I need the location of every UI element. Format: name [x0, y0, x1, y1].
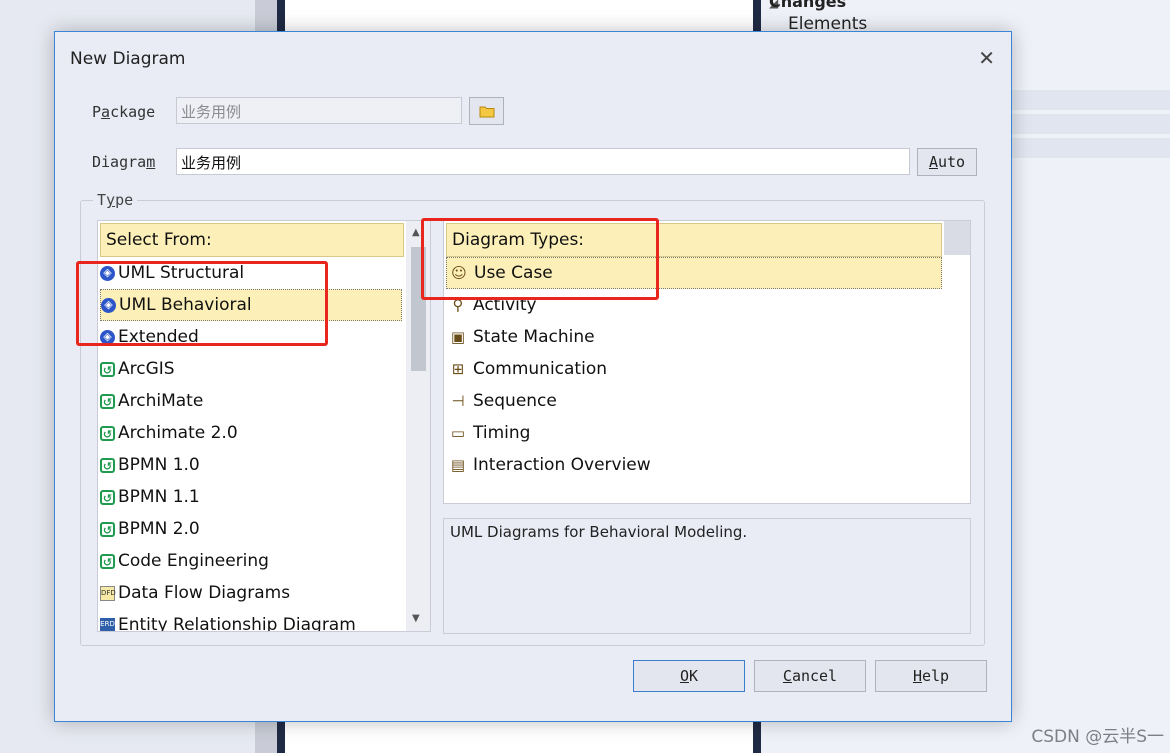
list-item[interactable]: ↺ ArchiMate — [100, 385, 402, 417]
package-label: Package — [92, 103, 156, 121]
help-button[interactable]: Help — [875, 660, 987, 692]
annotation-highlight-use-case — [421, 218, 659, 300]
diagram-name-field[interactable]: 业务用例 — [176, 148, 910, 175]
list-item-label: Communication — [473, 359, 607, 379]
list-item[interactable]: ↺ BPMN 1.1 — [100, 481, 402, 513]
diagram-label: Diagram — [92, 153, 156, 171]
technology-icon: ↺ — [100, 425, 115, 441]
auto-button[interactable]: Auto — [917, 148, 977, 176]
scroll-up-icon[interactable]: ▲ — [412, 227, 420, 238]
close-icon[interactable]: ✕ — [978, 46, 995, 70]
browse-package-button[interactable] — [469, 97, 504, 125]
list-item-label: State Machine — [473, 327, 595, 347]
state-machine-icon: ▣ — [450, 328, 466, 346]
diagram-description: UML Diagrams for Behavioral Modeling. — [443, 518, 971, 634]
sequence-icon: ⊣ — [451, 392, 465, 410]
list-item-label: BPMN 1.0 — [118, 455, 200, 475]
list-item[interactable]: ↺ BPMN 1.0 — [100, 449, 402, 481]
list-item[interactable]: ⊞ Communication — [446, 353, 942, 385]
annotation-highlight-uml-behavioral — [76, 261, 328, 346]
technology-icon: ↺ — [100, 457, 115, 473]
package-field: 业务用例 — [176, 97, 462, 124]
erd-icon: ERD — [100, 617, 115, 631]
list-item-label: Sequence — [473, 391, 557, 411]
list-item[interactable]: ▭ Timing — [446, 417, 942, 449]
interaction-overview-icon: ▤ — [450, 456, 466, 474]
list-item[interactable]: ↺ BPMN 2.0 — [100, 513, 402, 545]
cancel-button[interactable]: Cancel — [754, 660, 866, 692]
tree-header-changes[interactable]: Changes — [769, 0, 846, 11]
diagram-types-header-filler — [944, 221, 970, 255]
scroll-down-icon[interactable]: ▼ — [412, 613, 420, 624]
list-item-label: Data Flow Diagrams — [118, 583, 291, 603]
folder-icon — [479, 106, 494, 117]
list-item-label: BPMN 2.0 — [118, 519, 200, 539]
list-item[interactable]: DFD Data Flow Diagrams — [100, 577, 402, 609]
list-item[interactable]: ↺ ArcGIS — [100, 353, 402, 385]
communication-icon: ⊞ — [451, 360, 465, 378]
new-diagram-dialog: New Diagram ✕ Package 业务用例 Diagram 业务用例 … — [54, 31, 1012, 722]
dfd-icon: DFD — [100, 585, 116, 601]
technology-icon: ↺ — [100, 521, 115, 537]
ok-button[interactable]: OK — [633, 660, 745, 692]
list-item[interactable]: ▣ State Machine — [446, 321, 942, 353]
list-item-label: Interaction Overview — [473, 455, 651, 475]
watermark: CSDN @云半S一 — [1031, 727, 1164, 747]
dialog-title: New Diagram — [70, 49, 186, 69]
list-item-label: Entity Relationship Diagram — [118, 615, 356, 632]
list-item-label: ArchiMate — [118, 391, 204, 411]
select-from-header: Select From: — [100, 223, 404, 257]
list-item[interactable]: ERD Entity Relationship Diagram — [100, 609, 402, 632]
list-item-label: Timing — [473, 423, 531, 443]
list-item-label: Code Engineering — [118, 551, 269, 571]
list-item-label: ArcGIS — [118, 359, 175, 379]
list-item[interactable]: ▤ Interaction Overview — [446, 449, 942, 481]
type-group-label: Type — [93, 191, 138, 209]
technology-icon: ↺ — [100, 553, 115, 569]
technology-icon: ↺ — [100, 393, 115, 409]
list-item-label: BPMN 1.1 — [118, 487, 200, 507]
list-item[interactable]: ↺ Archimate 2.0 — [100, 417, 402, 449]
list-item-label: Archimate 2.0 — [118, 423, 238, 443]
timing-icon: ▭ — [450, 424, 466, 442]
technology-icon: ↺ — [100, 489, 115, 505]
list-item[interactable]: ↺ Code Engineering — [100, 545, 402, 577]
list-item[interactable]: ⊣ Sequence — [446, 385, 942, 417]
technology-icon: ↺ — [100, 361, 115, 377]
